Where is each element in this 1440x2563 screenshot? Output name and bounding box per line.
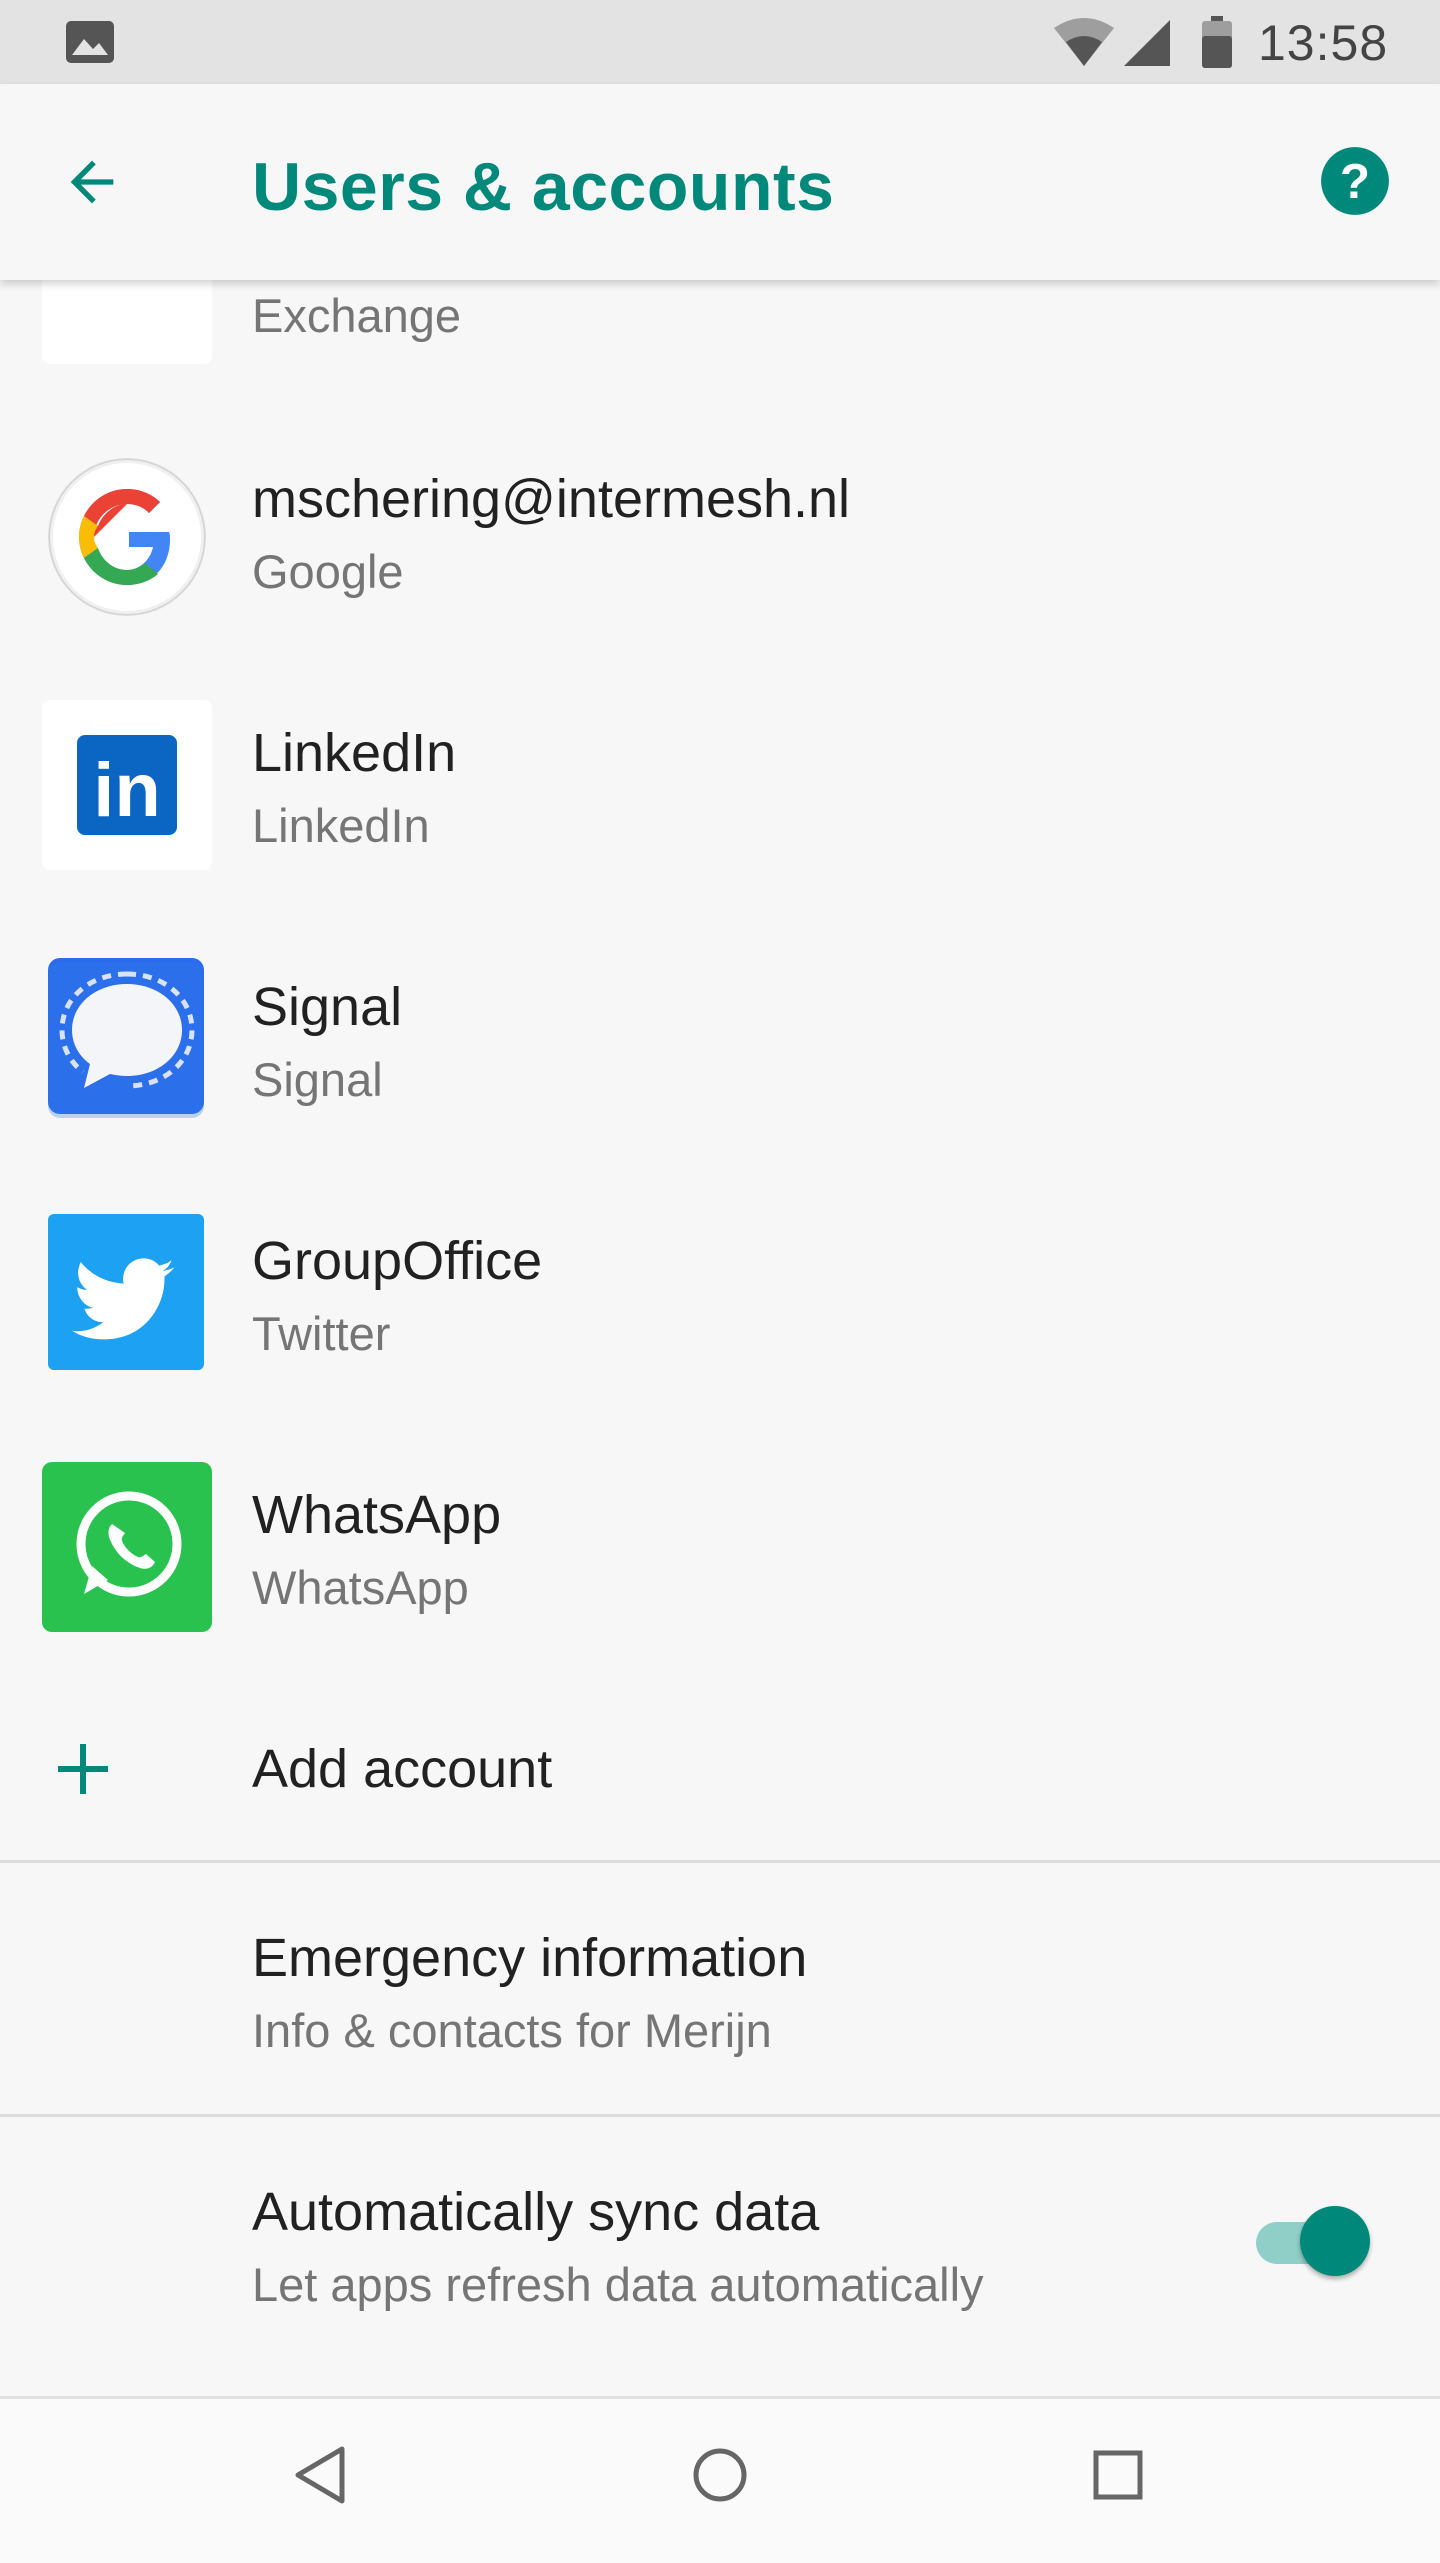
emergency-info-row[interactable]: Emergency information Info & contacts fo… <box>0 1863 1440 2113</box>
battery-icon <box>1202 16 1232 68</box>
account-row-linkedin[interactable]: in LinkedIn LinkedIn <box>0 678 1440 932</box>
home-nav-icon[interactable] <box>688 2443 752 2507</box>
linkedin-icon: in <box>42 700 212 870</box>
wifi-icon <box>1054 18 1114 66</box>
back-nav-icon[interactable] <box>290 2443 354 2507</box>
gallery-icon <box>66 21 114 63</box>
account-row-whatsapp[interactable]: WhatsApp WhatsApp <box>0 1440 1440 1694</box>
status-time: 13:58 <box>1258 15 1389 71</box>
whatsapp-icon <box>42 1462 212 1632</box>
emergency-title: Emergency information <box>252 1928 808 1988</box>
plus-icon <box>58 1744 108 1794</box>
account-secondary: Twitter <box>252 1307 391 1360</box>
add-account-row[interactable]: Add account <box>0 1694 1440 1854</box>
auto-sync-subtitle: Let apps refresh data automatically <box>252 2258 984 2311</box>
account-primary: mschering@intermesh.nl <box>252 469 851 529</box>
status-bar: 13:58 <box>0 0 1440 84</box>
google-icon <box>42 452 212 622</box>
account-row-google[interactable]: mschering@intermesh.nl Google <box>0 424 1440 678</box>
auto-sync-row[interactable]: Automatically sync data Let apps refresh… <box>0 2117 1440 2393</box>
help-icon[interactable]: ? <box>1318 144 1392 218</box>
svg-text:?: ? <box>1340 154 1370 209</box>
account-secondary: LinkedIn <box>252 799 430 852</box>
page-title: Users & accounts <box>252 149 835 225</box>
svg-text:in: in <box>93 748 161 833</box>
twitter-icon <box>42 1208 212 1378</box>
signal-app-icon <box>42 952 212 1122</box>
signal-icon <box>1124 20 1170 66</box>
account-row-signal[interactable]: Signal Signal <box>0 932 1440 1186</box>
account-secondary: WhatsApp <box>252 1561 469 1614</box>
arrow-back-icon[interactable] <box>60 150 124 214</box>
account-secondary: Exchange <box>252 289 462 342</box>
toggle-thumb <box>1300 2206 1370 2276</box>
account-primary: GroupOffice <box>252 1231 543 1291</box>
recents-nav-icon[interactable] <box>1086 2443 1150 2507</box>
account-primary: Signal <box>252 977 403 1037</box>
account-row-twitter[interactable]: GroupOffice Twitter <box>0 1186 1440 1440</box>
account-secondary: Signal <box>252 1053 383 1106</box>
account-primary: LinkedIn <box>252 723 457 783</box>
emergency-subtitle: Info & contacts for Merijn <box>252 2004 772 2057</box>
auto-sync-toggle[interactable] <box>1256 2206 1376 2278</box>
app-bar: Users & accounts ? <box>0 84 1440 280</box>
account-secondary: Google <box>252 545 404 598</box>
auto-sync-title: Automatically sync data <box>252 2182 820 2242</box>
add-account-label: Add account <box>252 1739 553 1799</box>
navigation-bar <box>0 2396 1440 2563</box>
account-primary: WhatsApp <box>252 1485 502 1545</box>
